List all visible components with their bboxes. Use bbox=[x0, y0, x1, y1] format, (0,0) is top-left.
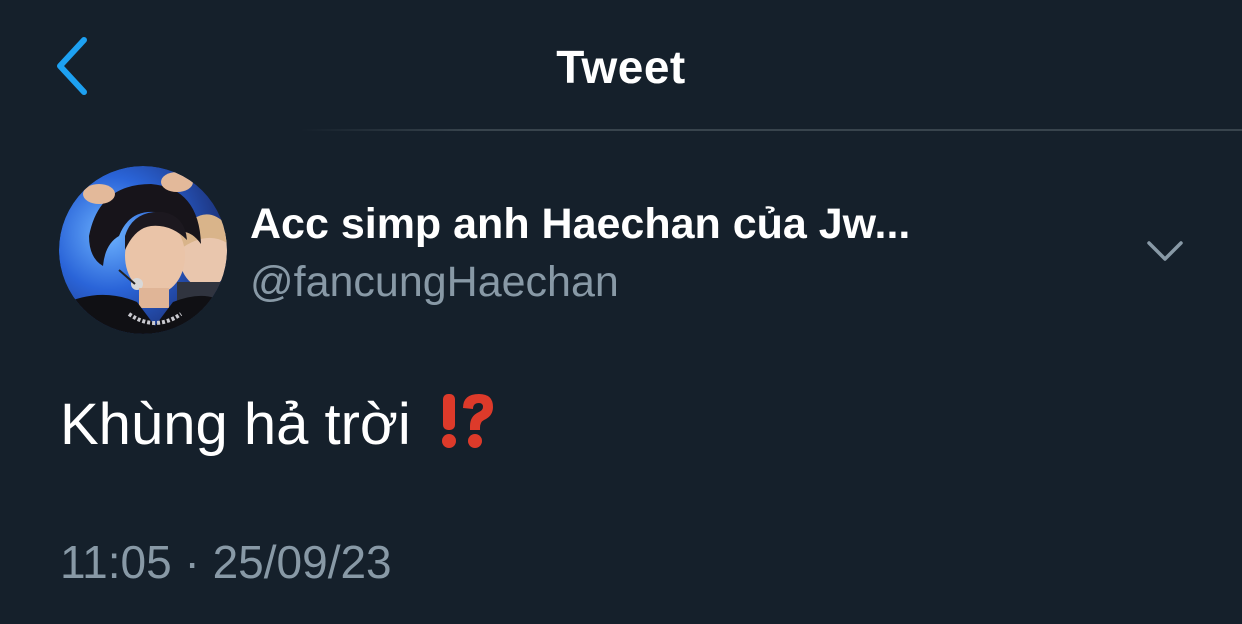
exclamation-question-mark-icon bbox=[435, 390, 497, 460]
header-divider bbox=[300, 129, 1242, 131]
tweet-options-button[interactable] bbox=[1138, 226, 1192, 276]
chevron-down-icon bbox=[1147, 241, 1183, 261]
avatar[interactable] bbox=[59, 166, 227, 334]
page-title: Tweet bbox=[556, 41, 686, 93]
author-display-name[interactable]: Acc simp anh Haechan của Jw... bbox=[250, 196, 910, 252]
tweet-timestamp[interactable]: 11:05 · 25/09/23 bbox=[60, 534, 392, 590]
author-handle[interactable]: @fancungHaechan bbox=[250, 254, 619, 310]
profile-photo-avatar bbox=[59, 166, 227, 334]
tweet-body: Khùng hả trời bbox=[60, 390, 497, 460]
tweet-detail-screen: Tweet Acc simp anh Haechan của Jw... @fa… bbox=[0, 0, 1242, 624]
tweet-text: Khùng hả trời bbox=[60, 392, 411, 457]
top-navigation-bar: Tweet bbox=[0, 0, 1242, 132]
